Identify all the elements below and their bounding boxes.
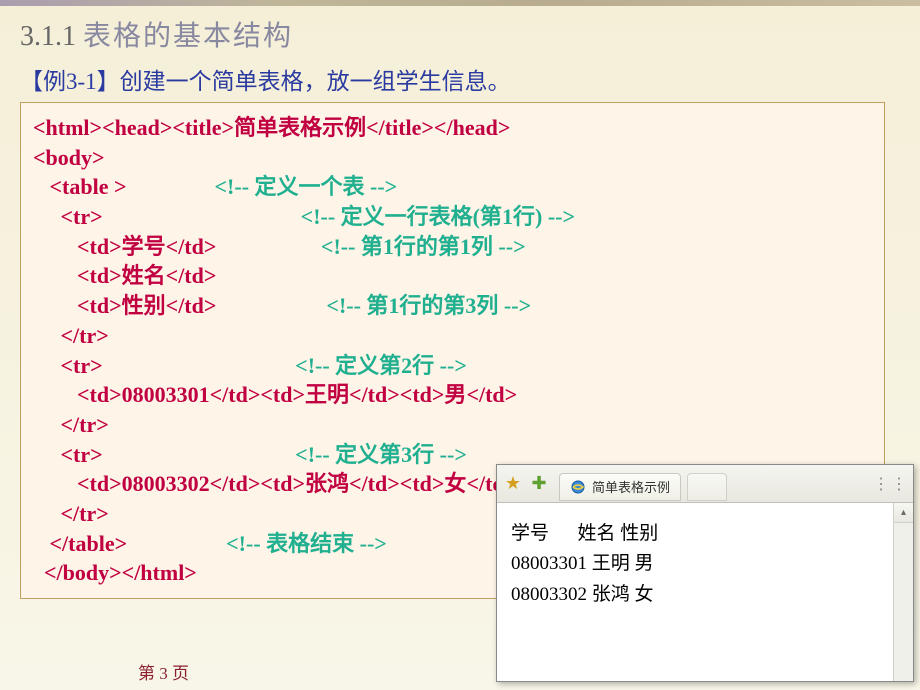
new-tab-button[interactable] (687, 473, 727, 501)
browser-viewport: 学号 姓名 性别 08003301 王明 男 08003302 张鸿 女 (497, 503, 893, 681)
code-line-3: <table > <!-- 定义一个表 --> (33, 172, 872, 202)
table-row: 08003301 王明 男 (511, 549, 879, 579)
ie-icon (570, 479, 586, 495)
scroll-up-button[interactable]: ▴ (894, 503, 913, 523)
code-line-8: </tr> (33, 321, 872, 351)
favorites-star-icon[interactable]: ★ (503, 474, 523, 494)
vertical-scrollbar[interactable]: ▴ (893, 503, 913, 681)
code-line-6: <td>姓名</td> (33, 261, 872, 291)
code-line-4: <tr> <!-- 定义一行表格(第1行) --> (33, 202, 872, 232)
section-number: 3.1.1 (20, 21, 76, 52)
example-title: 【例3-1】创建一个简单表格，放一组学生信息。 (20, 62, 900, 96)
toolbar-right: ⋮ ⋮ (873, 474, 907, 494)
code-line-1: <html><head><title>简单表格示例</title></head> (33, 113, 872, 143)
page-indicator: 第 3 页 (138, 659, 189, 684)
browser-titlebar: ★ ✚ 简单表格示例 ⋮ ⋮ (497, 465, 913, 503)
code-line-10: <td>08003301</td><td>王明</td><td>男</td> (33, 380, 872, 410)
toolbar-divider-icon: ⋮ (891, 474, 907, 494)
toolbar-divider-icon: ⋮ (873, 474, 889, 494)
tab-title-text: 简单表格示例 (592, 477, 670, 496)
section-title-text: 表格的基本结构 (83, 21, 293, 52)
code-line-7: <td>性别</td> <!-- 第1行的第3列 --> (33, 291, 872, 321)
top-decoration-bar (0, 0, 920, 6)
add-favorites-icon[interactable]: ✚ (529, 474, 549, 494)
code-line-9: <tr> <!-- 定义第2行 --> (33, 351, 872, 381)
browser-body: 学号 姓名 性别 08003301 王明 男 08003302 张鸿 女 ▴ (497, 503, 913, 681)
code-line-11: </tr> (33, 410, 872, 440)
code-line-5: <td>学号</td> <!-- 第1行的第1列 --> (33, 232, 872, 262)
code-line-2: <body> (33, 143, 872, 173)
section-title: 3.1.1 表格的基本结构 (20, 14, 900, 54)
browser-window: ★ ✚ 简单表格示例 ⋮ ⋮ 学号 姓名 性别 08003301 王明 男 08… (496, 464, 914, 682)
table-row: 08003302 张鸿 女 (511, 580, 879, 610)
table-header-row: 学号 姓名 性别 (511, 519, 879, 549)
browser-tab[interactable]: 简单表格示例 (559, 473, 681, 501)
